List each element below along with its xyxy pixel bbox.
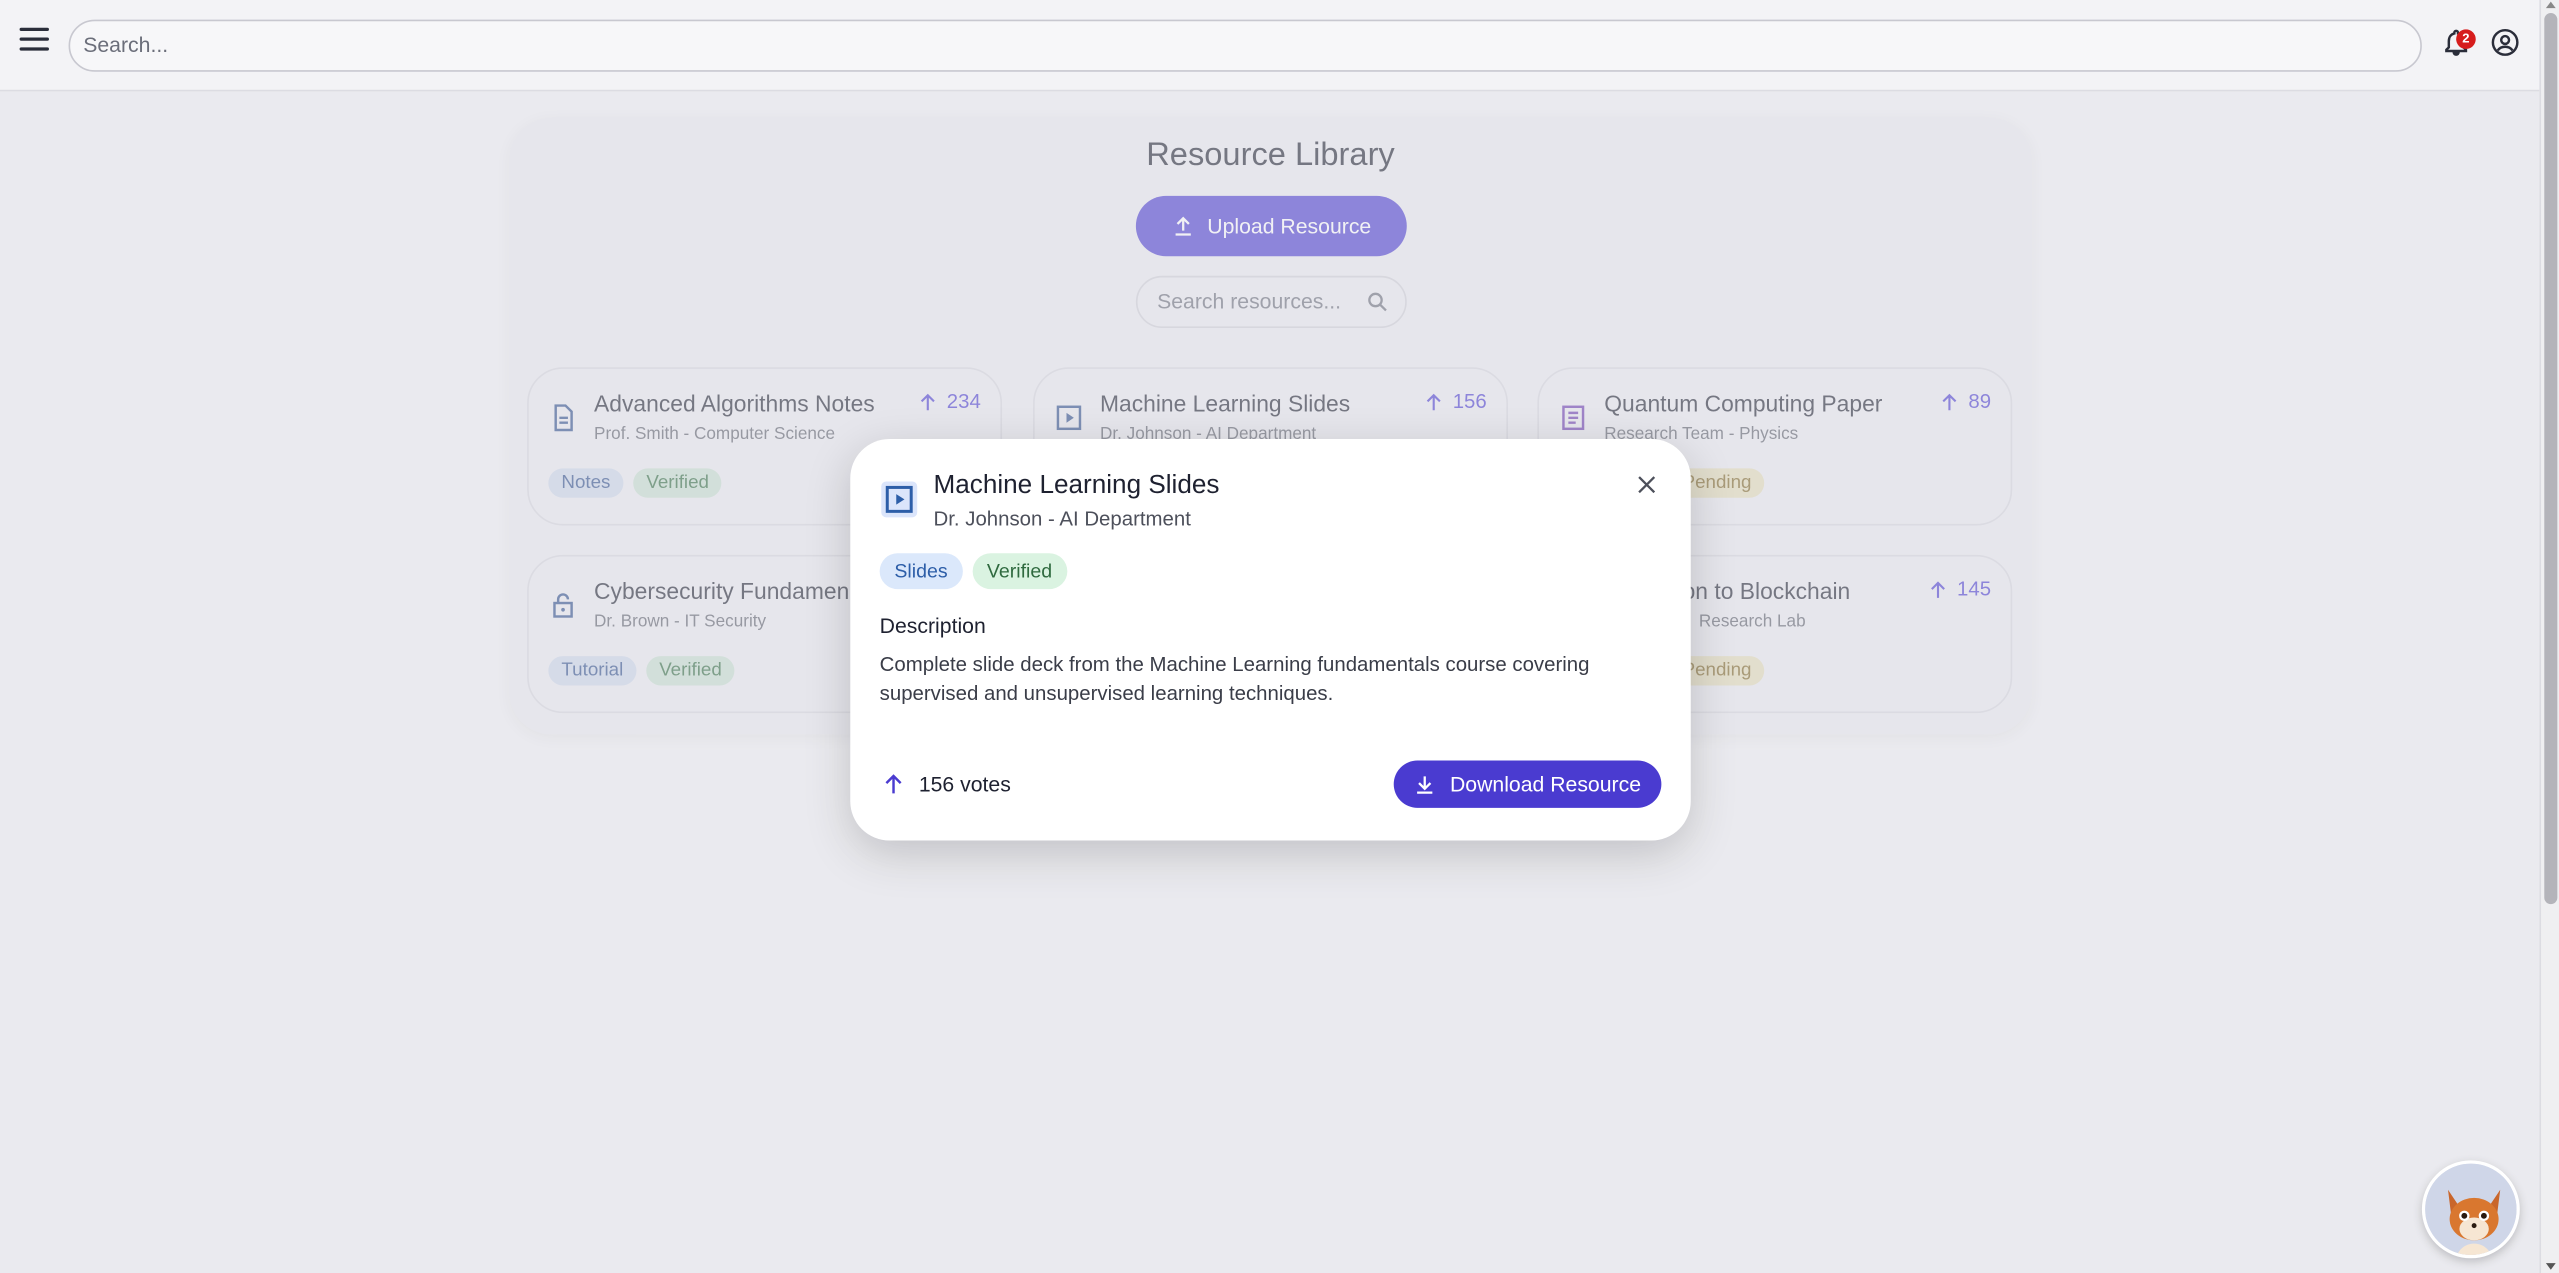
description-heading: Description xyxy=(879,613,986,639)
top-bar: Search... 2 xyxy=(0,0,2540,92)
scroll-up-arrow-icon[interactable] xyxy=(2545,1,2556,9)
description-text: Complete slide deck from the Machine Lea… xyxy=(879,652,1590,706)
download-resource-button[interactable]: Download Resource xyxy=(1393,760,1662,808)
scroll-down-arrow-icon[interactable] xyxy=(2545,1263,2556,1270)
resource-detail-modal: Machine Learning Slides Dr. Johnson - AI… xyxy=(850,439,1691,841)
close-icon[interactable] xyxy=(1635,473,1658,496)
votes-label: 156 votes xyxy=(918,771,1011,797)
page-scrollbar[interactable] xyxy=(2539,0,2559,1273)
download-icon xyxy=(1417,775,1434,793)
type-tag: Slides xyxy=(879,553,963,590)
vote-count[interactable]: 156 votes xyxy=(881,772,1011,796)
account-circle-icon[interactable] xyxy=(2490,28,2519,57)
scrollbar-thumb[interactable] xyxy=(2544,13,2558,905)
arrow-up-icon[interactable] xyxy=(881,772,905,796)
notification-count-badge: 2 xyxy=(2456,29,2476,49)
slides-icon xyxy=(881,481,918,518)
status-badge: Verified xyxy=(972,553,1067,590)
modal-title: Machine Learning Slides xyxy=(933,471,1220,500)
global-search-input[interactable]: Search... xyxy=(68,19,2422,72)
hamburger-menu-icon[interactable] xyxy=(19,27,49,54)
download-resource-label: Download Resource xyxy=(1449,771,1642,797)
modal-author: Dr. Johnson - AI Department xyxy=(933,507,1191,531)
assistant-avatar[interactable] xyxy=(2421,1160,2520,1259)
